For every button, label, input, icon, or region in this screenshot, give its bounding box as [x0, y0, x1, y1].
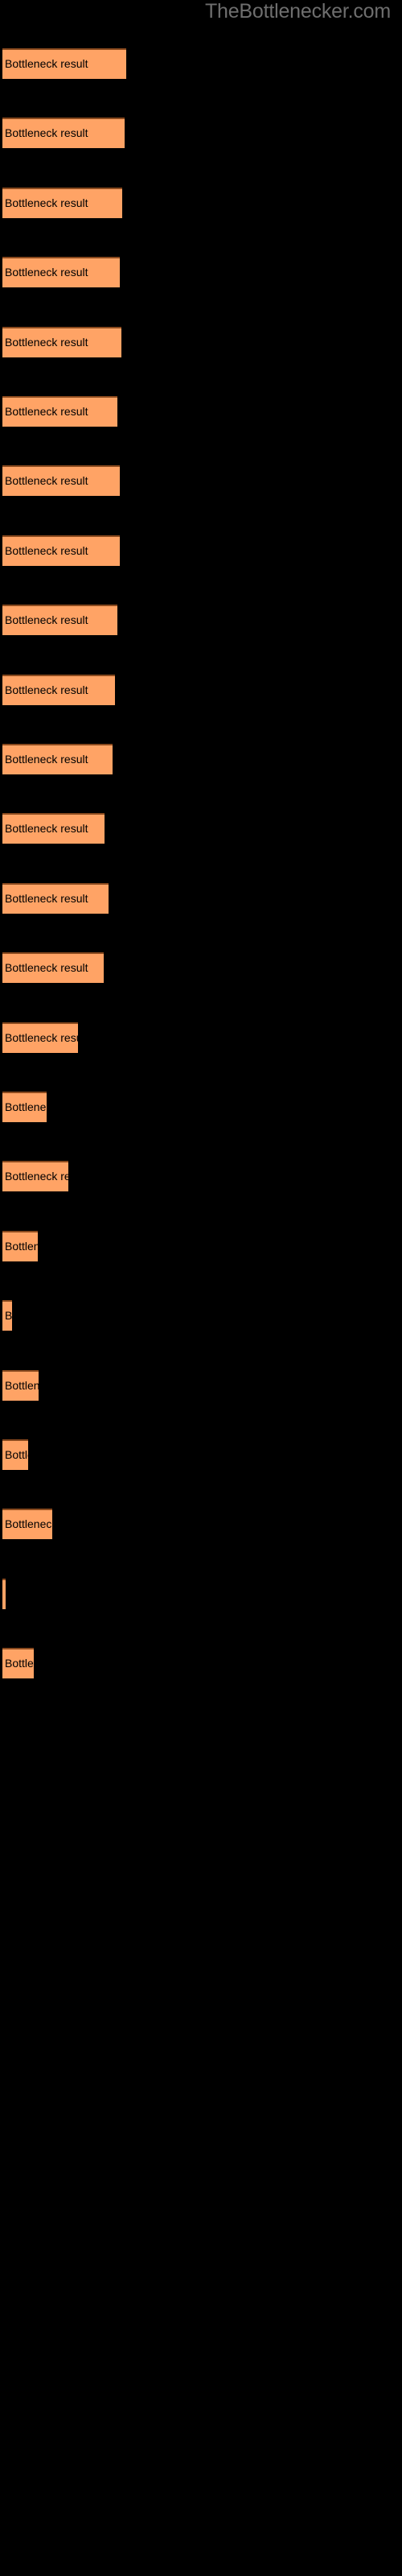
bar-label-clip: Bottleneck result	[2, 465, 120, 496]
bar-row: Bottleneck result	[0, 952, 402, 983]
bar-label-clip: Bottleneck result	[2, 1648, 34, 1678]
bar-row: Bottleneck result	[0, 1648, 402, 1678]
bar-row: Bottleneck result	[0, 1579, 402, 1609]
bar-row: Bottleneck result	[0, 744, 402, 774]
bar-label: Bottleneck result	[5, 1657, 34, 1670]
bar-row: Bottleneck result	[0, 1509, 402, 1539]
bar-row: Bottleneck result	[0, 813, 402, 844]
bar-label: Bottleneck result	[5, 1448, 28, 1461]
bar-label: Bottleneck result	[5, 1170, 68, 1183]
bar-label-clip: Bottleneck result	[2, 813, 105, 844]
bars-plot-area: Bottleneck result Bottleneck result Bottle…	[0, 0, 402, 1723]
bar-row: Bottleneck result	[0, 118, 402, 148]
bar-row: Bottleneck result	[0, 535, 402, 566]
bar-label-clip: Bottleneck result	[2, 1439, 28, 1470]
bar-label: Bottleneck result	[5, 683, 88, 696]
bar-row: Bottleneck result	[0, 396, 402, 427]
bar-label: Bottleneck result	[5, 336, 88, 349]
bar-label: Bottleneck result	[5, 822, 88, 835]
bar-label: Bottleneck result	[5, 1031, 78, 1044]
bar-row: Bottleneck result	[0, 257, 402, 287]
bar-row: Bottleneck result	[0, 1161, 402, 1191]
bar-label: Bottleneck result	[5, 1240, 38, 1253]
bar-label-clip: Bottleneck result	[2, 257, 120, 287]
bar-row: Bottleneck result	[0, 188, 402, 218]
bar-label: Bottleneck result	[5, 474, 88, 487]
bar-label-clip: Bottleneck result	[2, 396, 117, 427]
bar-row: Bottleneck result	[0, 1092, 402, 1122]
bar-row: Bottleneck result	[0, 48, 402, 79]
bar-row: Bottleneck result	[0, 1439, 402, 1470]
bar-label-clip: Bottleneck result	[2, 188, 122, 218]
bar-label: Bottleneck result	[5, 266, 88, 279]
bar-label-clip: Bottleneck result	[2, 675, 115, 705]
bar-label: Bottleneck result	[5, 892, 88, 905]
bar-label-clip: Bottleneck result	[2, 1370, 39, 1401]
bar-label-clip: Bottleneck result	[2, 535, 120, 566]
bar-label-clip: Bottleneck result	[2, 1092, 47, 1122]
bar-label: Bottleneck result	[5, 1100, 47, 1113]
bar-label-clip: Bottleneck result	[2, 1231, 38, 1261]
bar-label: Bottleneck result	[5, 544, 88, 557]
bar-row: Bottleneck result	[0, 465, 402, 496]
bar-label-clip: Bottleneck result	[2, 883, 109, 914]
bar-label-clip: Bottleneck result	[2, 605, 117, 635]
bar-label: Bottleneck result	[2, 1579, 6, 1609]
bar-label: Bottleneck result	[5, 961, 88, 974]
bar-label-clip: Bottleneck result	[2, 1509, 52, 1539]
bar-label-clip: Bottleneck result	[2, 1161, 68, 1191]
bar-row: Bottleneck result	[0, 1370, 402, 1401]
bar-label: Bottleneck result	[5, 1517, 52, 1530]
bar-label-clip: Bottleneck result	[2, 118, 125, 148]
bar-label-clip: Bottleneck result	[2, 1300, 12, 1331]
bar-row: Bottleneck result	[0, 675, 402, 705]
bar-label: Bottleneck result	[5, 753, 88, 766]
bar-row: Bottleneck result	[0, 1231, 402, 1261]
bottleneck-bar-chart: TheBottlenecker.com Bottleneck result Bot…	[0, 0, 402, 2576]
bar-label-clip: Bottleneck result	[2, 744, 113, 774]
bar-label: Bottleneck result	[5, 57, 88, 70]
bar-row: Bottleneck result	[0, 1022, 402, 1053]
bar-label: Bottleneck result	[5, 126, 88, 139]
bar-row: Bottleneck result	[0, 605, 402, 635]
bar-label: Bottleneck result	[5, 196, 88, 209]
bar-label: Bottleneck result	[5, 1379, 39, 1392]
bar-label-clip: Bottleneck result	[2, 952, 104, 983]
bar-row: Bottleneck result	[0, 883, 402, 914]
bar-row: Bottleneck result	[0, 327, 402, 357]
bar-label-clip: Bottleneck result	[2, 1022, 78, 1053]
bar-label: Bottleneck result	[5, 405, 88, 418]
bar-label: Bottleneck result	[5, 613, 88, 626]
bar-row: Bottleneck result	[0, 1300, 402, 1331]
bar-label: Bottleneck result	[5, 1309, 12, 1322]
bar-label-clip: Bottleneck result	[2, 327, 121, 357]
bar-label-clip: Bottleneck result	[2, 48, 126, 79]
bar-label-clip: Bottleneck result	[2, 1579, 6, 1609]
